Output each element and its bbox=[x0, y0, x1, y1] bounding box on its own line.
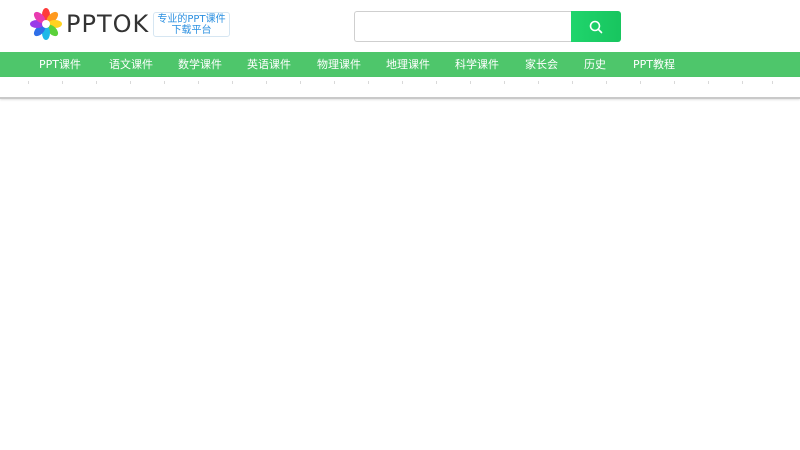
divider bbox=[28, 81, 29, 84]
divider bbox=[198, 81, 199, 84]
nav-item-english[interactable]: 英语课件 bbox=[247, 52, 291, 77]
divider bbox=[640, 81, 641, 84]
divider bbox=[96, 81, 97, 84]
divider bbox=[772, 81, 773, 84]
nav-item-math[interactable]: 数学课件 bbox=[178, 52, 222, 77]
search-button[interactable] bbox=[571, 11, 621, 42]
sub-nav-bar bbox=[0, 77, 800, 99]
divider bbox=[606, 81, 607, 84]
divider bbox=[538, 81, 539, 84]
main-nav: PPT课件 语文课件 数学课件 英语课件 物理课件 地理课件 科学课件 家长会 … bbox=[0, 52, 800, 77]
slogan-line2: 下载平台 bbox=[171, 25, 212, 36]
divider bbox=[742, 81, 743, 84]
nav-item-geography[interactable]: 地理课件 bbox=[386, 52, 430, 77]
divider bbox=[504, 81, 505, 84]
divider bbox=[164, 81, 165, 84]
divider bbox=[470, 81, 471, 84]
divider bbox=[708, 81, 709, 84]
divider bbox=[368, 81, 369, 84]
divider bbox=[266, 81, 267, 84]
nav-item-ppt-courseware[interactable]: PPT课件 bbox=[39, 52, 81, 77]
divider bbox=[300, 81, 301, 84]
divider bbox=[130, 81, 131, 84]
nav-item-physics[interactable]: 物理课件 bbox=[317, 52, 361, 77]
search-input[interactable] bbox=[354, 11, 572, 42]
divider bbox=[62, 81, 63, 84]
site-header: PPTOK 专业的PPT课件 下载平台 bbox=[0, 0, 800, 52]
divider bbox=[436, 81, 437, 84]
divider bbox=[402, 81, 403, 84]
divider bbox=[674, 81, 675, 84]
slogan-line1: 专业的PPT课件 bbox=[157, 14, 226, 25]
search-bar bbox=[354, 11, 621, 42]
nav-item-science[interactable]: 科学课件 bbox=[455, 52, 499, 77]
logo-flower-icon bbox=[29, 7, 63, 41]
nav-item-chinese[interactable]: 语文课件 bbox=[109, 52, 153, 77]
logo-text: PPTOK bbox=[66, 10, 150, 38]
nav-item-parents-meeting[interactable]: 家长会 bbox=[525, 52, 558, 77]
nav-item-ppt-tutorial[interactable]: PPT教程 bbox=[633, 52, 675, 77]
slogan-badge: 专业的PPT课件 下载平台 bbox=[153, 12, 230, 37]
nav-item-history[interactable]: 历史 bbox=[584, 52, 606, 77]
divider bbox=[232, 81, 233, 84]
site-logo[interactable]: PPTOK bbox=[29, 7, 150, 41]
divider bbox=[572, 81, 573, 84]
search-icon bbox=[589, 20, 603, 33]
divider bbox=[334, 81, 335, 84]
